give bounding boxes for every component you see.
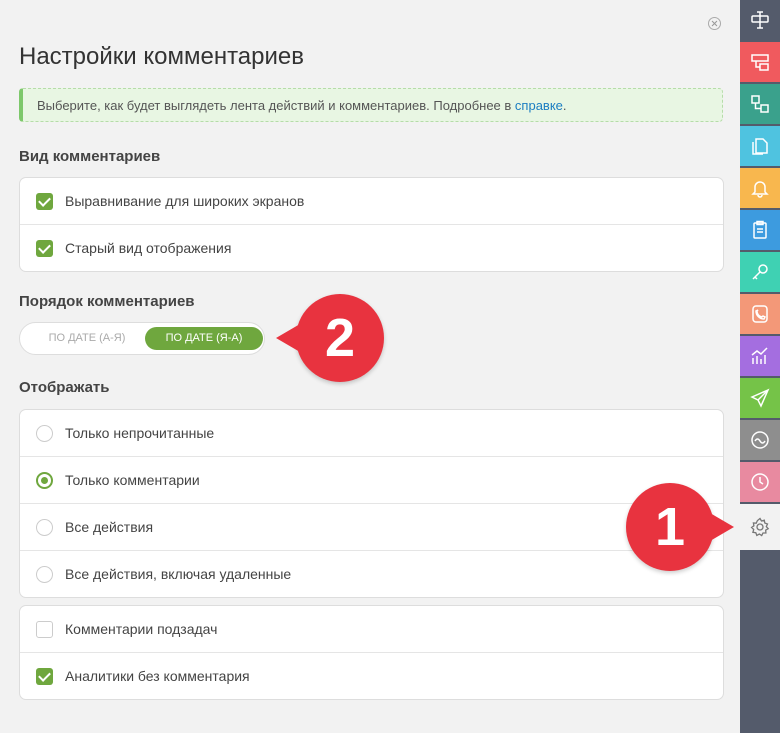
radio-icon[interactable] bbox=[36, 424, 53, 442]
checkbox-row-subtask-comments[interactable]: Комментарии подзадач bbox=[20, 606, 723, 653]
right-sidebar bbox=[740, 0, 780, 733]
checkbox-unchecked-icon[interactable] bbox=[36, 620, 53, 638]
info-text: Выберите, как будет выглядеть лента дейс… bbox=[37, 98, 515, 113]
view-section-title: Вид комментариев bbox=[19, 148, 161, 165]
callout-number: 2 bbox=[324, 308, 356, 368]
view-options-card: Выравнивание для широких экранов Старый … bbox=[19, 177, 724, 272]
extra-options-card: Комментарии подзадач Аналитики без комме… bbox=[19, 605, 724, 700]
radio-row-unread[interactable]: Только непрочитанные bbox=[20, 410, 723, 457]
callout-pointer bbox=[276, 324, 300, 352]
analytics-icon bbox=[751, 347, 768, 364]
sidebar-item-analytics[interactable] bbox=[740, 336, 780, 376]
info-banner: Выберите, как будет выглядеть лента дейс… bbox=[19, 88, 723, 122]
documents-icon bbox=[752, 138, 768, 155]
clipboard-icon bbox=[753, 220, 767, 239]
sidebar-item-text[interactable] bbox=[740, 0, 780, 40]
radio-label: Только комментарии bbox=[65, 472, 200, 488]
clock-icon bbox=[751, 473, 769, 491]
checkbox-row-analytics[interactable]: Аналитики без комментария bbox=[20, 653, 723, 699]
sidebar-item-send[interactable] bbox=[740, 378, 780, 418]
layout-icon bbox=[751, 54, 769, 71]
checkbox-checked-icon[interactable] bbox=[36, 667, 53, 685]
radio-row-comments-only[interactable]: Только комментарии bbox=[20, 457, 723, 504]
sidebar-item-tasks[interactable] bbox=[740, 84, 780, 124]
order-toggle: ПО ДАТЕ (А-Я) ПО ДАТЕ (Я-А) bbox=[19, 322, 265, 355]
radio-row-all-actions[interactable]: Все действия bbox=[20, 504, 723, 551]
checkbox-checked-icon[interactable] bbox=[36, 192, 53, 210]
radio-icon[interactable] bbox=[36, 518, 53, 536]
callout-badge-2: 2 bbox=[276, 294, 384, 382]
checkbox-row-wide-screens[interactable]: Выравнивание для широких экранов bbox=[20, 178, 723, 225]
sidebar-item-notifications[interactable] bbox=[740, 168, 780, 208]
display-options-card: Только непрочитанные Только комментарии … bbox=[19, 409, 724, 598]
close-icon[interactable] bbox=[708, 17, 721, 30]
radio-label: Все действия, включая удаленные bbox=[65, 566, 292, 582]
radio-icon[interactable] bbox=[36, 565, 53, 583]
sidebar-item-layout[interactable] bbox=[740, 42, 780, 82]
callout-pointer bbox=[710, 513, 734, 541]
text-tool-icon bbox=[751, 11, 769, 29]
radio-label: Только непрочитанные bbox=[65, 425, 215, 441]
sidebar-item-history[interactable] bbox=[740, 462, 780, 502]
sidebar-item-phone[interactable] bbox=[740, 294, 780, 334]
sidebar-item-documents[interactable] bbox=[740, 126, 780, 166]
key-icon bbox=[752, 264, 768, 280]
sidebar-item-activity[interactable] bbox=[740, 420, 780, 460]
sidebar-item-settings[interactable] bbox=[740, 504, 780, 550]
checkbox-row-old-view[interactable]: Старый вид отображения bbox=[20, 225, 723, 271]
order-option-desc[interactable]: ПО ДАТЕ (Я-А) bbox=[145, 327, 263, 350]
page-title: Настройки комментариев bbox=[19, 43, 304, 70]
checkbox-label: Выравнивание для широких экранов bbox=[65, 193, 305, 209]
help-link[interactable]: справке bbox=[515, 98, 563, 113]
display-section-title: Отображать bbox=[19, 379, 110, 396]
order-option-asc[interactable]: ПО ДАТЕ (А-Я) bbox=[28, 327, 146, 350]
gear-icon bbox=[750, 517, 770, 537]
callout-number: 1 bbox=[654, 497, 686, 557]
order-section-title: Порядок комментариев bbox=[19, 293, 195, 310]
radio-selected-icon[interactable] bbox=[36, 471, 53, 489]
phone-icon bbox=[752, 305, 768, 323]
paper-plane-icon bbox=[750, 388, 770, 408]
sidebar-item-clipboard[interactable] bbox=[740, 210, 780, 250]
checkbox-checked-icon[interactable] bbox=[36, 239, 53, 257]
checkbox-label: Аналитики без комментария bbox=[65, 668, 250, 684]
tasks-tree-icon bbox=[751, 95, 769, 113]
radio-label: Все действия bbox=[65, 519, 154, 535]
sidebar-item-access[interactable] bbox=[740, 252, 780, 292]
info-end: . bbox=[562, 98, 567, 113]
wave-icon bbox=[751, 431, 769, 449]
radio-row-all-with-deleted[interactable]: Все действия, включая удаленные bbox=[20, 551, 723, 597]
checkbox-label: Комментарии подзадач bbox=[65, 621, 218, 637]
callout-badge-1: 1 bbox=[626, 483, 734, 571]
checkbox-label: Старый вид отображения bbox=[65, 240, 232, 256]
bell-icon bbox=[751, 181, 769, 198]
